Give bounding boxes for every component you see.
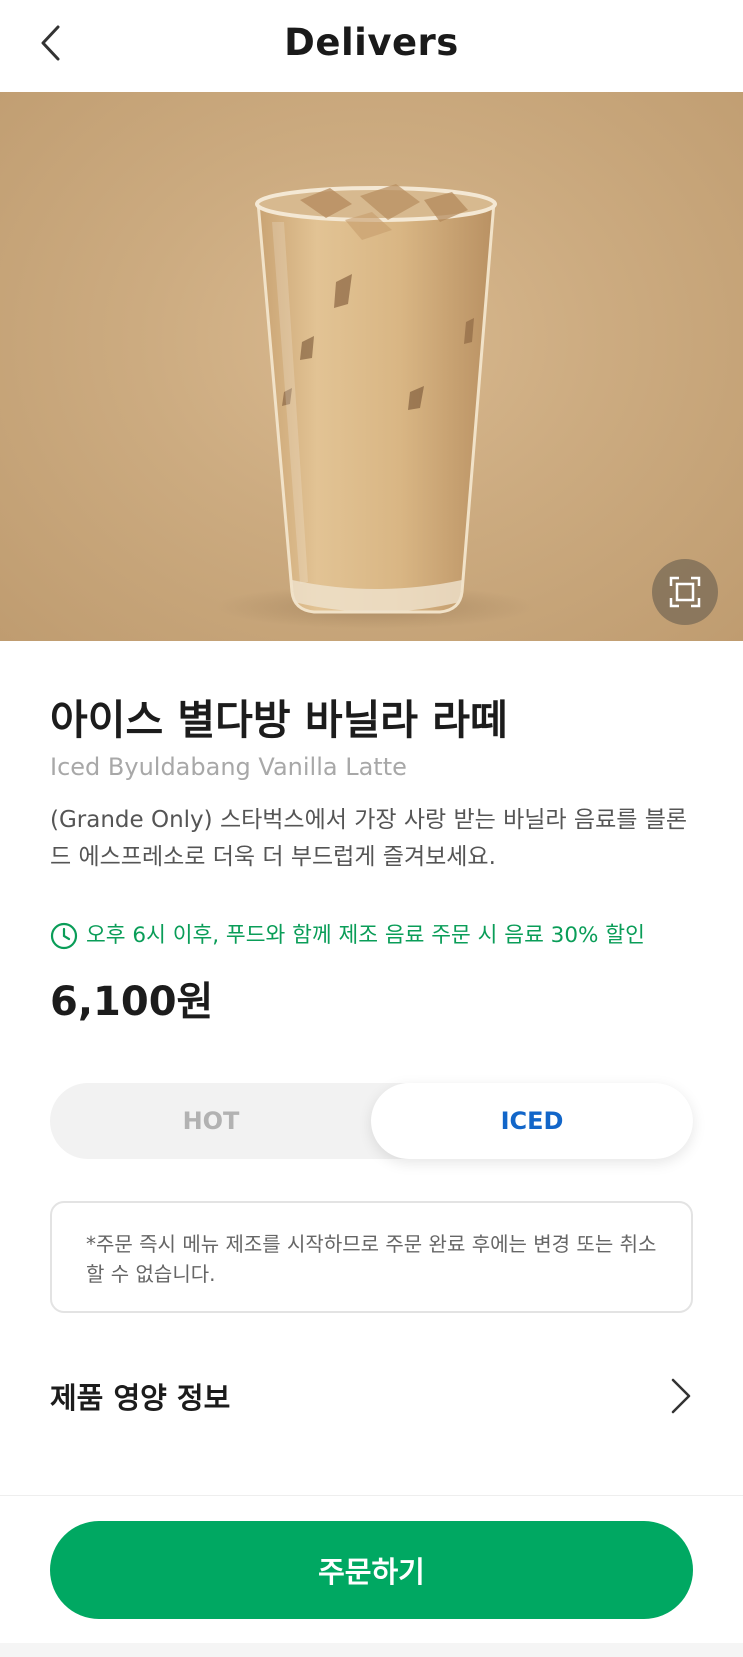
product-image [0,92,743,641]
page-title: Delivers [284,21,459,64]
promo-text: 오후 6시 이후, 푸드와 함께 제조 음료 주문 시 음료 30% 할인 [86,923,645,948]
iced-latte-photo [215,184,535,629]
nutrition-info-link[interactable]: 제품 영양 정보 [50,1366,693,1426]
order-notice: *주문 즉시 메뉴 제조를 시작하므로 주문 완료 후에는 변경 또는 취소할 … [50,1201,693,1313]
bottom-safe-area [0,1643,743,1657]
header: Delivers [0,0,743,92]
clock-icon [50,922,78,950]
nutrition-label: 제품 영양 정보 [50,1381,231,1415]
iced-option[interactable]: ICED [371,1083,693,1159]
notice-text: *주문 즉시 메뉴 제조를 시작하므로 주문 완료 후에는 변경 또는 취소할 … [86,1232,657,1286]
order-button[interactable]: 주문하기 [50,1521,693,1619]
expand-icon [669,576,701,608]
bottom-bar: 주문하기 [0,1495,743,1657]
expand-image-button[interactable] [652,559,718,625]
product-price: 6,100원 [50,979,214,1025]
hot-option[interactable]: HOT [50,1083,372,1159]
chevron-right-icon [671,1378,691,1414]
product-name-korean: 아이스 별다방 바닐라 라떼 [50,696,508,744]
product-description: (Grande Only) 스타벅스에서 가장 사랑 받는 바닐라 음료를 블론… [50,807,688,870]
product-name-english: Iced Byuldabang Vanilla Latte [50,753,407,781]
promo-banner: 오후 6시 이후, 푸드와 함께 제조 음료 주문 시 음료 30% 할인 [50,921,645,951]
temperature-toggle: HOT ICED [50,1083,693,1159]
